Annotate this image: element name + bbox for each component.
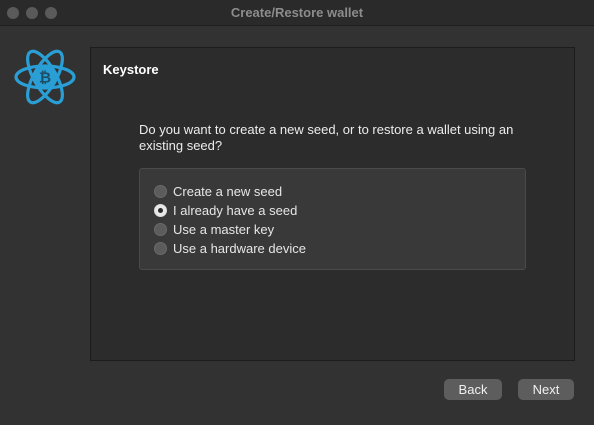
- option-create-new-seed[interactable]: Create a new seed: [154, 182, 282, 200]
- svg-text:₿: ₿: [39, 69, 51, 87]
- option-master-key[interactable]: Use a master key: [154, 220, 274, 238]
- back-button[interactable]: Back: [444, 379, 502, 400]
- option-label: Create a new seed: [173, 183, 283, 199]
- keystore-panel: Keystore Do you want to create a new see…: [90, 47, 575, 361]
- option-label: I already have a seed: [173, 202, 298, 218]
- radio-hardware-device[interactable]: [154, 241, 167, 255]
- title-bar[interactable]: Create/Restore wallet: [0, 0, 594, 26]
- radio-create-new-seed[interactable]: [154, 184, 167, 198]
- seed-options-group: Create a new seed I already have a seed …: [139, 168, 526, 270]
- electrum-logo-icon: ₿: [13, 48, 77, 106]
- radio-master-key[interactable]: [154, 222, 167, 236]
- option-label: Use a hardware device: [173, 240, 306, 256]
- next-button[interactable]: Next: [518, 379, 574, 400]
- radio-have-seed[interactable]: [154, 203, 167, 217]
- option-hardware-device[interactable]: Use a hardware device: [154, 239, 306, 257]
- option-label: Use a master key: [173, 221, 275, 237]
- window-title: Create/Restore wallet: [230, 5, 364, 20]
- panel-title: Keystore: [103, 62, 159, 77]
- wizard-window: Create/Restore wallet ₿ Keystore Do you …: [0, 0, 594, 425]
- option-have-seed[interactable]: I already have a seed: [154, 201, 297, 219]
- seed-question-text: Do you want to create a new seed, or to …: [139, 122, 514, 153]
